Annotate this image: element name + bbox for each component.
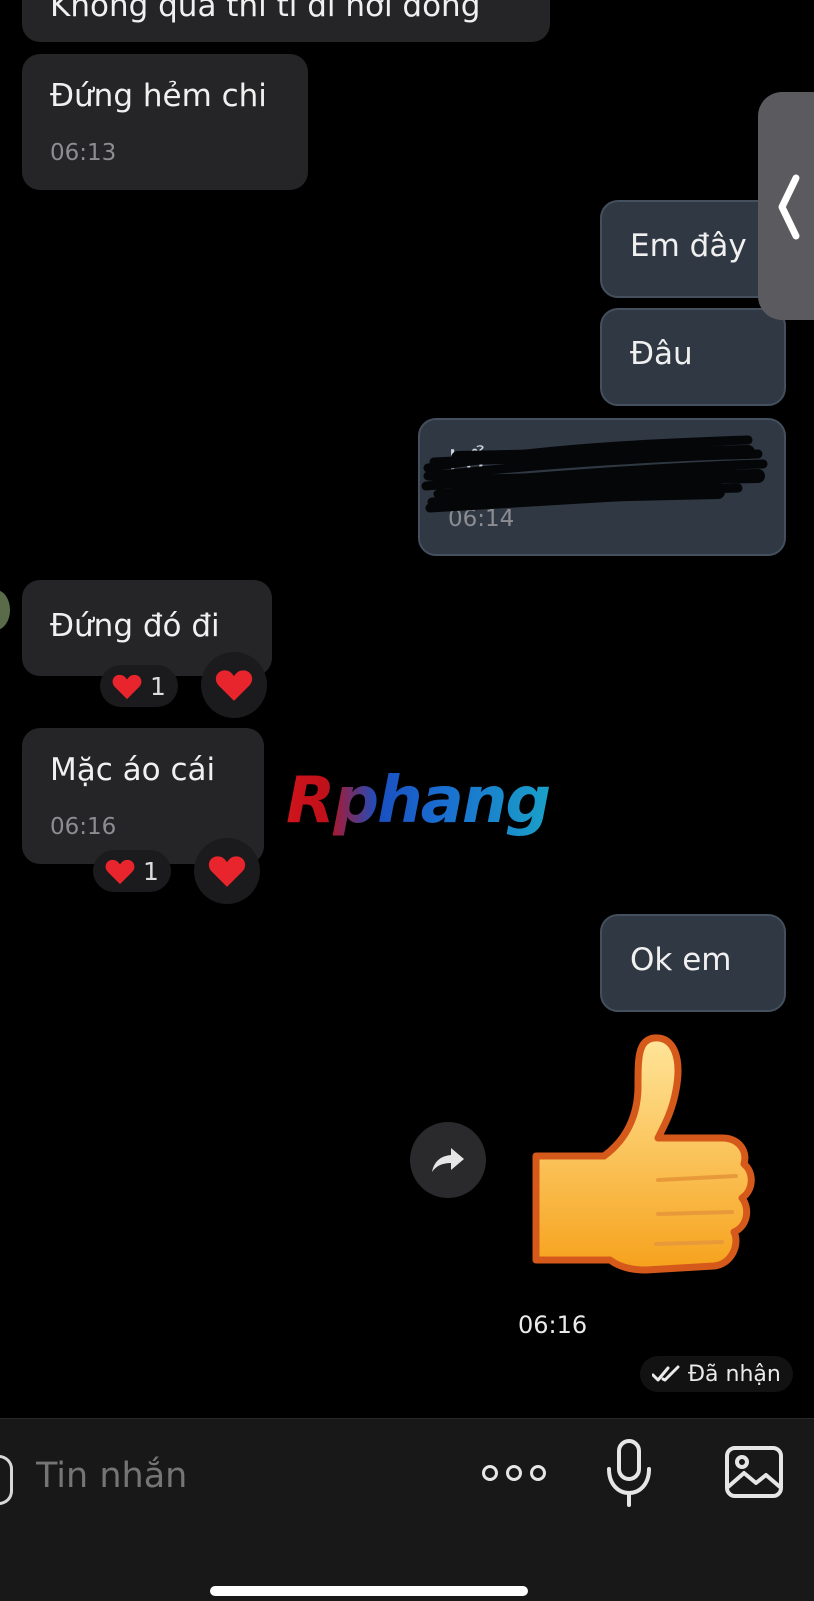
message-bubble-incoming[interactable]: Không quá thì tí đi nơi đông: [22, 0, 550, 42]
side-panel-handle[interactable]: [758, 92, 814, 320]
double-check-icon: [652, 1365, 680, 1382]
forward-button[interactable]: [410, 1122, 486, 1198]
message-time: 06:16: [50, 814, 117, 840]
forward-icon: [432, 1148, 464, 1172]
message-input[interactable]: [34, 1439, 438, 1513]
heart-icon: [215, 670, 253, 701]
react-heart-button[interactable]: [194, 838, 260, 904]
thumbs-up-icon: [532, 1034, 755, 1274]
gallery-button[interactable]: [724, 1445, 784, 1499]
composer-bar: [0, 1418, 814, 1601]
dot-icon: [482, 1465, 498, 1481]
message-text: Em đây: [630, 228, 747, 264]
microphone-button[interactable]: [604, 1439, 654, 1507]
message-time: 06:16: [518, 1311, 588, 1339]
message-text: Ok em: [630, 942, 732, 978]
delivery-status-text: Đã nhận: [688, 1361, 781, 1387]
avatar[interactable]: [0, 590, 10, 630]
reaction-count: 1: [143, 856, 159, 886]
watermark-text: Rphang: [286, 764, 551, 838]
microphone-icon: [607, 1439, 651, 1507]
message-text: Mặc áo cái: [50, 752, 216, 788]
dot-icon: [530, 1465, 546, 1481]
message-text: Đứng hẻm chi: [50, 78, 267, 114]
message-bubble-outgoing[interactable]: Ok em: [600, 914, 786, 1012]
message-bubble-outgoing[interactable]: Đâu: [600, 308, 786, 406]
image-icon: [725, 1446, 783, 1498]
thumbs-up-sticker[interactable]: [526, 1030, 760, 1288]
watermark-logo: Rphang: [286, 764, 551, 838]
message-bubble-incoming[interactable]: Đứng hẻm chi 06:13: [22, 54, 308, 190]
more-options-button[interactable]: [482, 1459, 546, 1487]
message-text: Không quá thì tí đi nơi đông: [50, 0, 481, 24]
message-bubble-outgoing-redacted[interactable]: Lổ 06:14: [418, 418, 786, 556]
heart-icon: [105, 859, 135, 884]
dot-icon: [506, 1465, 522, 1481]
message-time: 06:13: [50, 140, 117, 166]
reaction-count-badge[interactable]: 1: [93, 850, 171, 892]
message-text: Đâu: [630, 336, 693, 372]
emoji-button[interactable]: [0, 1455, 13, 1505]
heart-icon: [208, 856, 246, 887]
reaction-count: 1: [150, 671, 166, 701]
home-indicator: [210, 1586, 528, 1596]
heart-icon: [112, 674, 142, 699]
reaction-count-badge[interactable]: 1: [100, 665, 178, 707]
react-heart-button[interactable]: [201, 652, 267, 718]
delivery-status: Đã nhận: [640, 1356, 793, 1392]
chevron-left-icon: [778, 174, 800, 240]
message-text: Đứng đó đi: [50, 608, 220, 644]
scribble-redaction: [421, 435, 768, 513]
